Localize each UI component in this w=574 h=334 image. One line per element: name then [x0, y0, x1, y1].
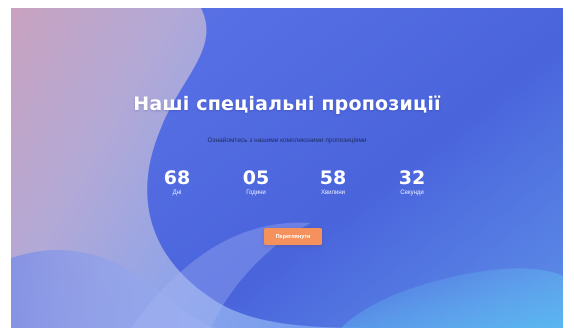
countdown-timer: 68 Дні 05 Години 58 Хвилини 32 Секунди	[11, 168, 563, 208]
countdown-days: 68 Дні	[147, 167, 207, 197]
view-offers-button[interactable]: Переглянути	[264, 228, 322, 245]
hero-content: Наші спеціальні пропозиції Ознайомтесь з…	[11, 8, 563, 328]
hero-banner: Наші спеціальні пропозиції Ознайомтесь з…	[11, 8, 563, 328]
countdown-days-value: 68	[163, 167, 191, 189]
countdown-seconds-value: 32	[398, 167, 426, 189]
countdown-hours-label: Години	[246, 190, 266, 196]
countdown-minutes-value: 58	[319, 167, 347, 189]
page: Наші спеціальні пропозиції Ознайомтесь з…	[0, 0, 574, 334]
countdown-days-label: Дні	[172, 190, 182, 196]
hero-subtitle: Ознайомтесь з нашими комплексними пропоз…	[207, 137, 367, 144]
countdown-minutes-label: Хвилини	[320, 190, 346, 196]
countdown-hours: 05 Години	[226, 167, 286, 197]
countdown-seconds-label: Секунди	[400, 190, 424, 196]
countdown-hours-value: 05	[242, 167, 270, 189]
countdown-seconds: 32 Секунди	[382, 167, 442, 197]
countdown-minutes: 58 Хвилини	[303, 167, 363, 197]
hero-title: Наші спеціальні пропозиції	[133, 93, 441, 115]
